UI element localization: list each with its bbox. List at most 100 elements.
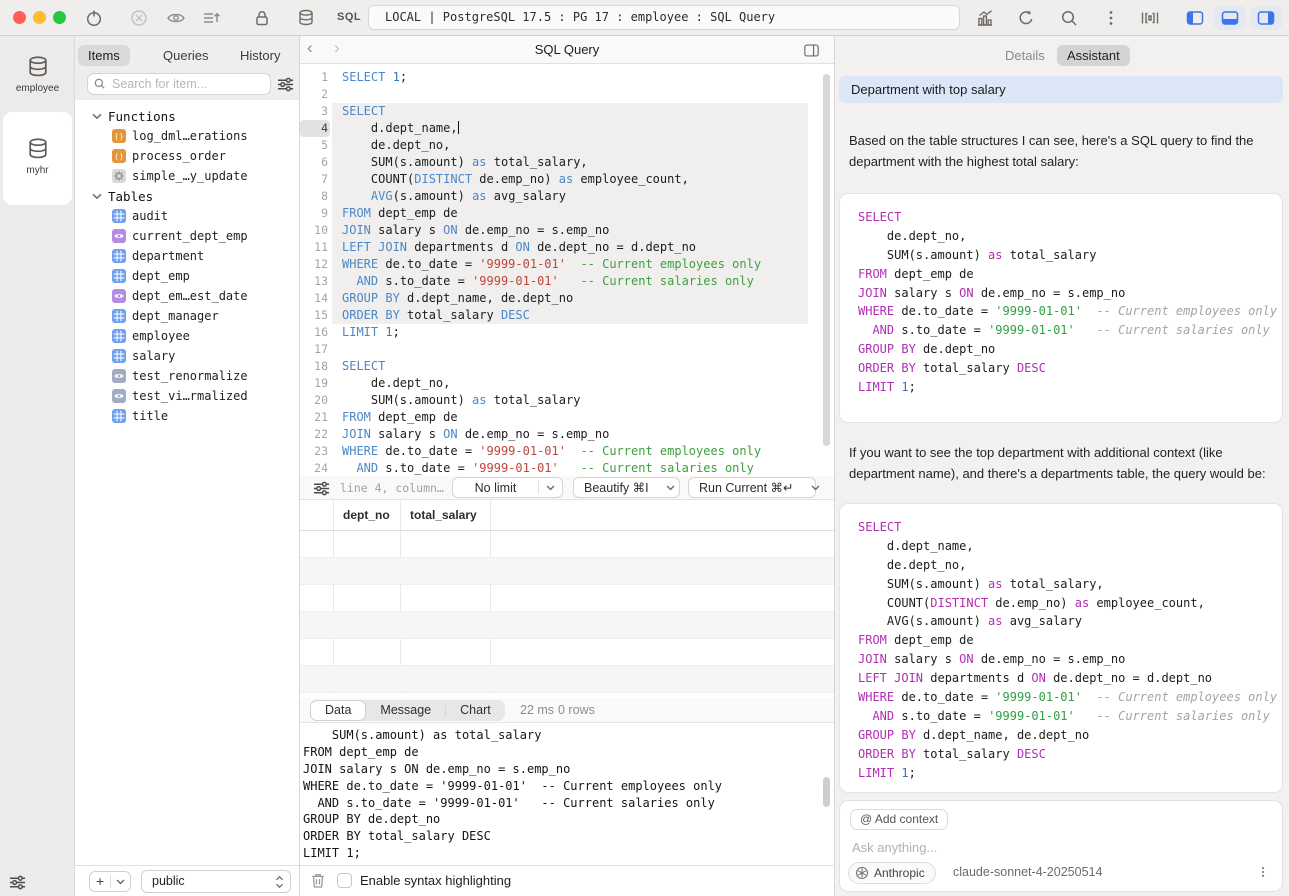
editor-code-line[interactable]: AND s.to_date = '9999-01-01' -- Current … (342, 460, 808, 476)
tree-item-process-order[interactable]: ()process_order (75, 146, 299, 166)
editor-code-line[interactable]: LEFT JOIN departments d ON de.dept_no = … (342, 239, 808, 256)
sidebar-database-myhr[interactable]: myhr (0, 136, 75, 176)
sidebar-database-employee[interactable]: employee (0, 54, 75, 94)
tree-item-dept-manager[interactable]: dept_manager (75, 306, 299, 326)
more-icon[interactable] (1256, 865, 1270, 879)
filter-sliders-icon[interactable] (8, 874, 27, 891)
table-row[interactable] (300, 531, 834, 558)
editor-code[interactable]: SELECT 1; SELECT d.dept_name, de.dept_no,… (342, 69, 808, 476)
editor-code-line[interactable]: SELECT (342, 358, 808, 375)
editor-code-line[interactable]: COUNT(DISTINCT de.emp_no) as employee_co… (342, 171, 808, 188)
provider-select[interactable]: Anthropic (848, 862, 936, 884)
toggle-right-panel-icon[interactable] (1250, 6, 1282, 30)
editor-code-line[interactable]: FROM dept_emp de (342, 205, 808, 222)
chart-icon[interactable] (975, 8, 995, 28)
table-row[interactable] (300, 558, 834, 585)
editor-code-line[interactable]: AND s.to_date = '9999-01-01' -- Current … (342, 273, 808, 290)
editor-code-line[interactable]: WHERE de.to_date = '9999-01-01' -- Curre… (342, 443, 808, 460)
search-icon[interactable] (1059, 8, 1079, 28)
tree-item-department[interactable]: department (75, 246, 299, 266)
toggle-bottom-panel-icon[interactable] (1214, 6, 1246, 30)
editor-code-line[interactable]: GROUP BY d.dept_name, de.dept_no (342, 290, 808, 307)
editor-code-line[interactable]: SUM(s.amount) as total_salary (342, 392, 808, 409)
center-layout-icon[interactable] (1140, 8, 1160, 28)
run-current-button[interactable]: Run Current ⌘↵ (688, 477, 816, 498)
beautify-button[interactable]: Beautify ⌘I (573, 477, 680, 498)
conversation-title-banner[interactable]: Department with top salary (839, 76, 1283, 103)
minimize-window-button[interactable] (33, 11, 46, 24)
toggle-left-panel-icon[interactable] (1179, 6, 1211, 30)
connection-title[interactable]: LOCAL | PostgreSQL 17.5 : PG 17 : employ… (368, 5, 960, 30)
ask-anything-input[interactable]: Ask anything... (852, 840, 937, 855)
tree-item-employee[interactable]: employee (75, 326, 299, 346)
syntax-highlight-checkbox[interactable] (337, 873, 352, 888)
append-rows-icon[interactable] (201, 8, 221, 28)
editor-code-line[interactable]: FROM dept_emp de (342, 409, 808, 426)
sql-code-block[interactable]: SELECT d.dept_name, de.dept_no, SUM(s.am… (839, 503, 1283, 793)
tab-chart[interactable]: Chart (446, 700, 505, 721)
tree-item-simple-y-update[interactable]: simple_…y_update (75, 166, 299, 186)
editor-code-line[interactable] (342, 341, 808, 358)
chevron-down-icon[interactable] (92, 113, 104, 120)
editor-scrollbar[interactable] (823, 74, 830, 446)
editor-code-line[interactable]: ORDER BY total_salary DESC (342, 307, 808, 324)
power-plug-icon[interactable] (84, 8, 104, 28)
editor-code-line[interactable]: WHERE de.to_date = '9999-01-01' -- Curre… (342, 256, 808, 273)
results-grid[interactable]: dept_no total_salary (300, 500, 834, 698)
table-row[interactable] (300, 639, 834, 666)
editor-code-line[interactable] (342, 86, 808, 103)
editor-code-line[interactable]: de.dept_no, (342, 137, 808, 154)
schema-select[interactable]: public (141, 870, 291, 893)
editor-code-line[interactable]: SUM(s.amount) as total_salary, (342, 154, 808, 171)
tree-item-test-vi-rmalized[interactable]: test_vi…rmalized (75, 386, 299, 406)
column-header[interactable]: dept_no (343, 500, 390, 531)
tree-item-test-renormalize[interactable]: test_renormalize (75, 366, 299, 386)
table-row[interactable] (300, 585, 834, 612)
filter-sliders-icon[interactable] (312, 480, 331, 497)
tree-item-title[interactable]: title (75, 406, 299, 426)
editor-code-line[interactable]: d.dept_name, (342, 120, 808, 137)
lock-icon[interactable] (252, 8, 272, 28)
tree-group-tables[interactable]: Tables (75, 186, 299, 206)
eye-icon[interactable] (166, 8, 186, 28)
tree-item-salary[interactable]: salary (75, 346, 299, 366)
tree-item-log-dml-erations[interactable]: ()log_dml…erations (75, 126, 299, 146)
editor-code-line[interactable]: JOIN salary s ON de.emp_no = s.emp_no (342, 426, 808, 443)
split-panel-icon[interactable] (803, 43, 820, 58)
more-icon[interactable] (1101, 8, 1121, 28)
refresh-icon[interactable] (1016, 8, 1036, 28)
tab-data[interactable]: Data (310, 700, 366, 721)
editor-code-line[interactable]: AVG(s.amount) as avg_salary (342, 188, 808, 205)
tree-item-audit[interactable]: audit (75, 206, 299, 226)
filter-sliders-icon[interactable] (276, 76, 295, 93)
model-name[interactable]: claude-sonnet-4-20250514 (953, 865, 1102, 879)
add-context-chip[interactable]: @ Add context (850, 809, 948, 830)
editor-code-line[interactable]: de.dept_no, (342, 375, 808, 392)
message-scrollbar[interactable] (823, 777, 830, 807)
tree-item-current-dept-emp[interactable]: current_dept_emp (75, 226, 299, 246)
editor-code-line[interactable]: LIMIT 1; (342, 324, 808, 341)
tree-item-dept-emp[interactable]: dept_emp (75, 266, 299, 286)
zoom-window-button[interactable] (53, 11, 66, 24)
tab-history[interactable]: History (230, 45, 290, 66)
tab-message[interactable]: Message (366, 700, 445, 721)
message-output-panel[interactable]: SUM(s.amount) as total_salaryFROM dept_e… (300, 723, 834, 865)
editor-code-line[interactable]: JOIN salary s ON de.emp_no = s.emp_no (342, 222, 808, 239)
close-window-button[interactable] (13, 11, 26, 24)
chevron-down-icon[interactable] (92, 193, 104, 200)
trash-icon[interactable] (310, 872, 326, 889)
sql-code-block[interactable]: SELECT de.dept_no, SUM(s.amount) as tota… (839, 193, 1283, 423)
tree-item-dept-em-est-date[interactable]: dept_em…est_date (75, 286, 299, 306)
cancel-icon[interactable] (129, 8, 149, 28)
tab-assistant[interactable]: Assistant (1057, 45, 1130, 66)
column-header[interactable]: total_salary (410, 500, 477, 531)
search-input[interactable] (87, 73, 271, 95)
assistant-input-card[interactable]: @ Add context Ask anything... Anthropic … (839, 800, 1283, 892)
add-item-button[interactable]: + (89, 871, 131, 892)
editor-code-line[interactable]: SELECT 1; (342, 69, 808, 86)
tab-details[interactable]: Details (995, 45, 1055, 66)
editor-code-line[interactable]: SELECT (342, 103, 808, 120)
row-limit-dropdown[interactable]: No limit (452, 477, 563, 498)
tab-queries[interactable]: Queries (153, 45, 219, 66)
table-row[interactable] (300, 666, 834, 693)
